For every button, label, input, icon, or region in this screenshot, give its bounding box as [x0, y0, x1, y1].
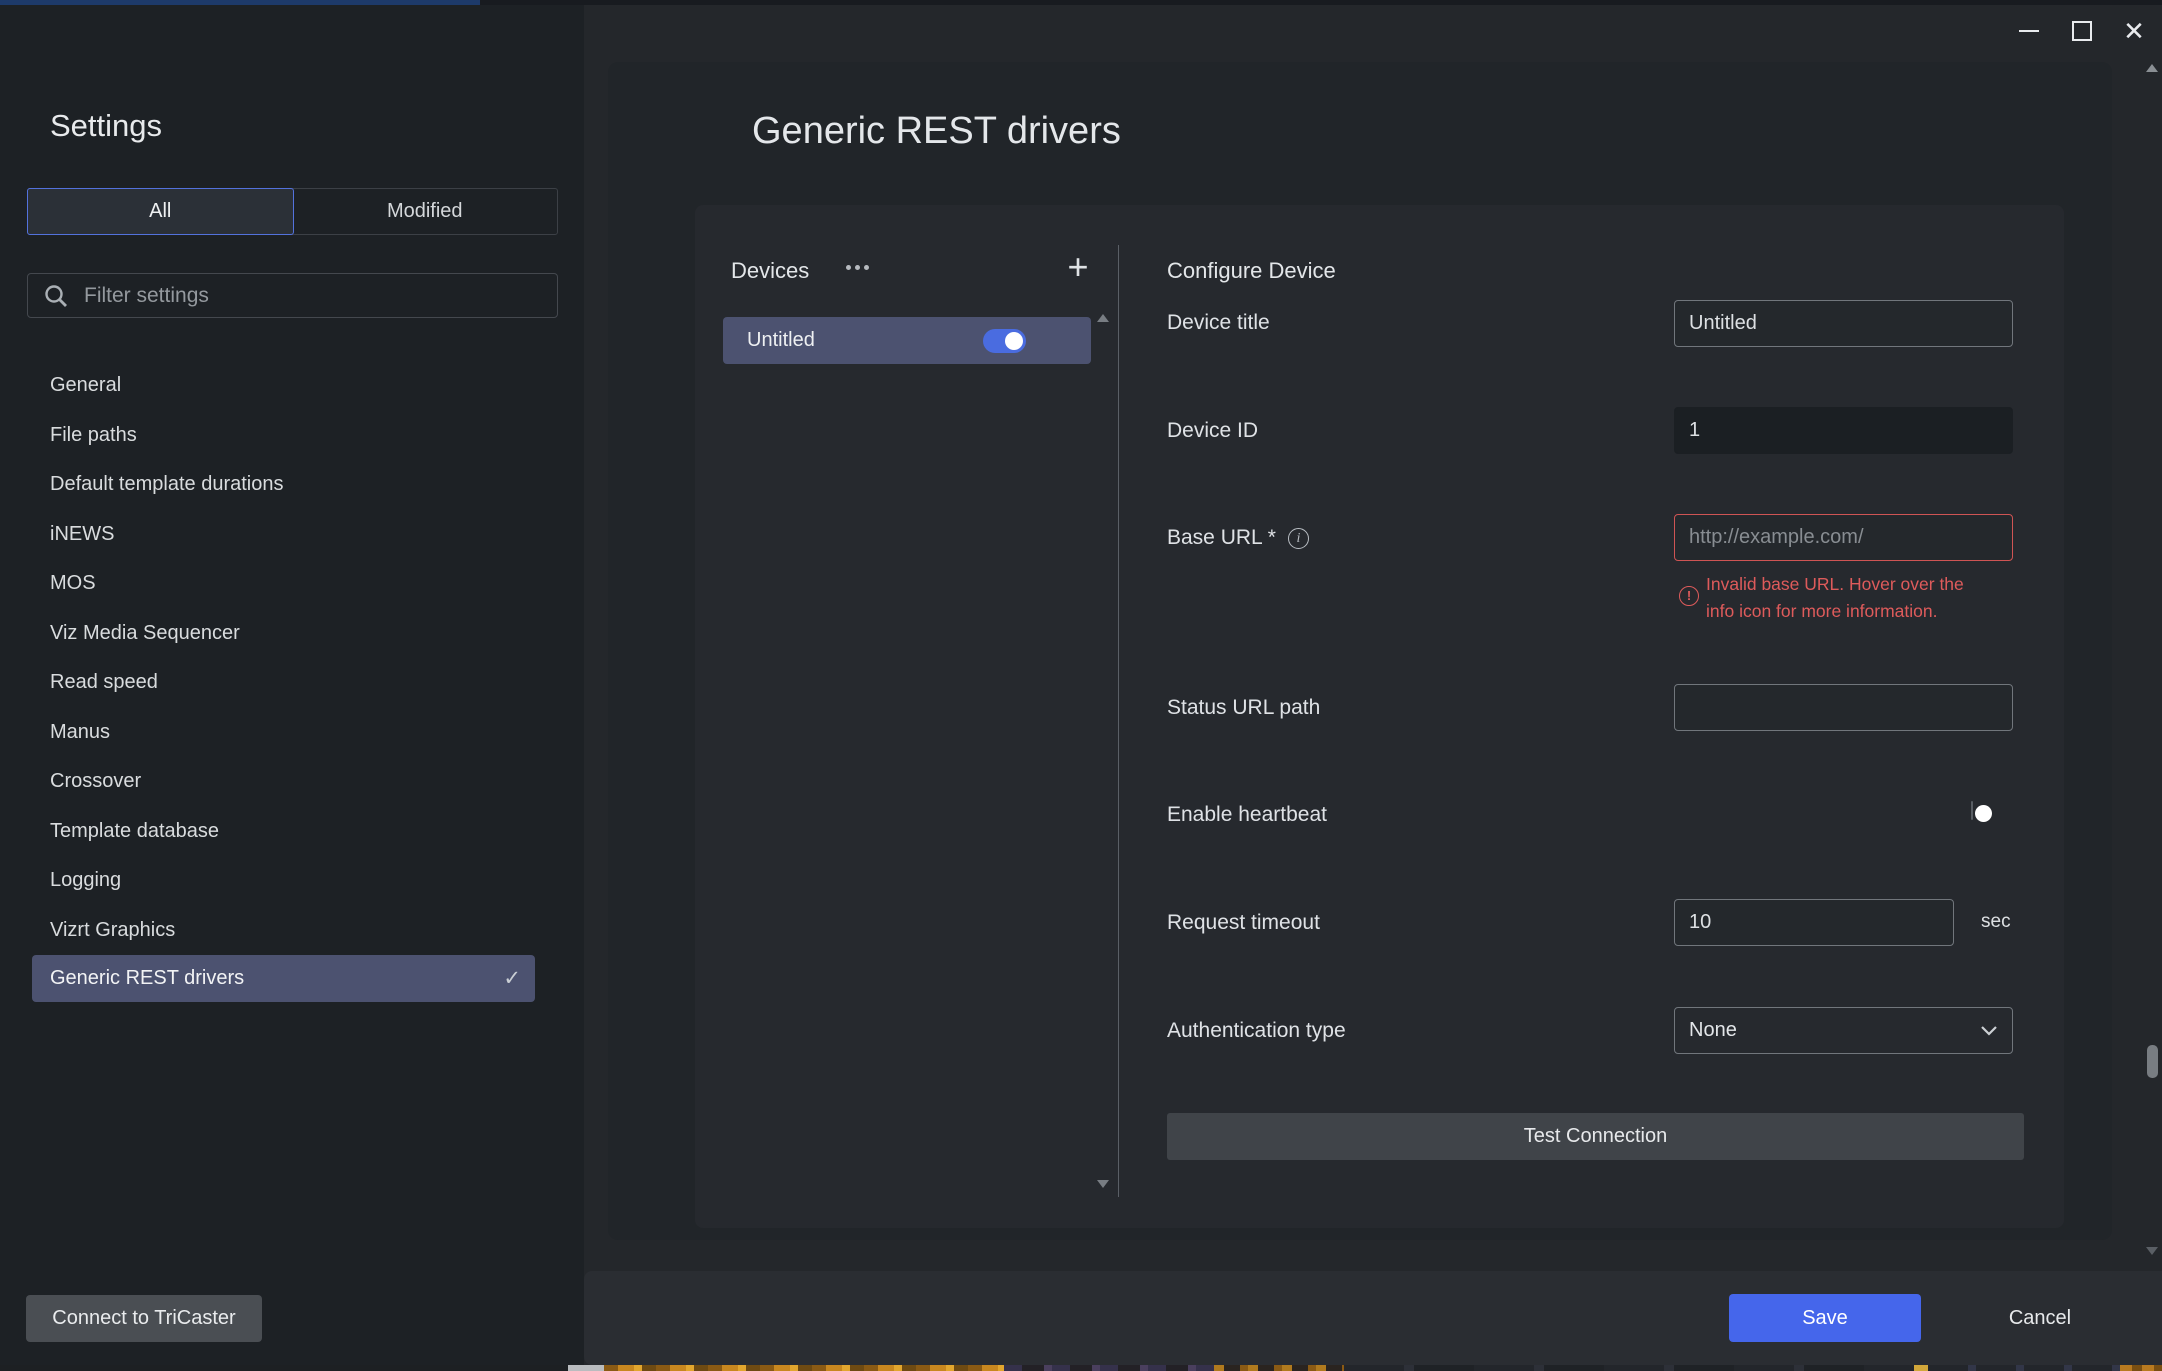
sidebar-item-file-paths[interactable]: File paths — [0, 411, 584, 461]
sidebar-nav: General File paths Default template dura… — [0, 361, 584, 1002]
device-id-input — [1674, 407, 2013, 454]
device-list-scroll-down-icon[interactable] — [1097, 1180, 1109, 1188]
heartbeat-toggle[interactable] — [1971, 801, 1973, 820]
sidebar-item-crossover[interactable]: Crossover — [0, 757, 584, 807]
minimize-button[interactable] — [2012, 14, 2046, 48]
scrollbar-down-icon[interactable] — [2146, 1247, 2158, 1255]
error-icon: ! — [1679, 586, 1699, 606]
test-connection-button[interactable]: Test Connection — [1167, 1113, 2024, 1160]
devices-menu-icon[interactable] — [840, 252, 874, 282]
timeout-unit-label: sec — [1981, 911, 2011, 933]
cancel-label: Cancel — [2009, 1307, 2071, 1330]
search-input[interactable] — [82, 283, 516, 309]
sidebar-item-logging[interactable]: Logging — [0, 856, 584, 906]
sidebar-item-label: Generic REST drivers — [50, 967, 244, 990]
device-enabled-toggle[interactable] — [983, 329, 1026, 353]
connect-to-tricaster-button[interactable]: Connect to TriCaster — [26, 1295, 262, 1342]
chevron-down-icon — [1980, 1025, 1998, 1037]
sidebar-item-read-speed[interactable]: Read speed — [0, 658, 584, 708]
checkmark-icon: ✓ — [503, 966, 521, 991]
status-url-label: Status URL path — [1167, 696, 1320, 720]
save-button[interactable]: Save — [1729, 1294, 1921, 1342]
maximize-icon — [2072, 21, 2092, 41]
filter-settings-field — [27, 273, 558, 318]
sidebar-item-template-database[interactable]: Template database — [0, 807, 584, 857]
scrollbar-up-icon[interactable] — [2146, 64, 2158, 72]
info-icon[interactable]: i — [1288, 528, 1309, 549]
sidebar-item-manus[interactable]: Manus — [0, 708, 584, 758]
sidebar-item-inews[interactable]: iNEWS — [0, 510, 584, 560]
close-icon: ✕ — [2123, 16, 2145, 47]
request-timeout-input[interactable] — [1674, 899, 1954, 946]
devices-heading: Devices — [731, 258, 809, 284]
maximize-button[interactable] — [2065, 14, 2099, 48]
scrollbar-thumb[interactable] — [2147, 1045, 2158, 1078]
close-button[interactable]: ✕ — [2117, 14, 2151, 48]
sidebar-item-general[interactable]: General — [0, 361, 584, 411]
configure-device-heading: Configure Device — [1167, 258, 1336, 284]
device-list-item[interactable]: Untitled — [723, 317, 1091, 364]
tab-all[interactable]: All — [27, 188, 294, 235]
status-url-input[interactable] — [1674, 684, 2013, 731]
request-timeout-label: Request timeout — [1167, 911, 1320, 935]
connect-to-tricaster-label: Connect to TriCaster — [52, 1307, 235, 1330]
cancel-button[interactable]: Cancel — [1985, 1294, 2095, 1342]
enable-heartbeat-label: Enable heartbeat — [1167, 803, 1327, 827]
device-title-label: Device title — [1167, 311, 1270, 335]
sidebar-tabs: All Modified — [27, 188, 558, 235]
sidebar-item-default-template-durations[interactable]: Default template durations — [0, 460, 584, 510]
device-name: Untitled — [747, 329, 815, 352]
toggle-knob — [1975, 805, 1992, 822]
sidebar-item-viz-media-sequencer[interactable]: Viz Media Sequencer — [0, 609, 584, 659]
base-url-label: Base URL * i — [1167, 526, 1309, 550]
base-url-input[interactable] — [1674, 514, 2013, 561]
page-title: Settings — [50, 108, 162, 144]
footer-bar — [584, 1271, 2162, 1365]
device-title-input[interactable] — [1674, 300, 2013, 347]
authentication-type-select[interactable]: None — [1674, 1007, 2013, 1054]
test-connection-label: Test Connection — [1524, 1125, 1667, 1148]
base-url-label-text: Base URL * — [1167, 526, 1276, 549]
panel-divider — [1118, 245, 1119, 1197]
search-icon — [43, 283, 69, 309]
background-taskbar-sliver — [0, 1365, 2162, 1371]
device-list-scroll-up-icon[interactable] — [1097, 314, 1109, 322]
add-device-button[interactable]: + — [1060, 246, 1096, 288]
sidebar-item-vizrt-graphics[interactable]: Vizrt Graphics — [0, 906, 584, 956]
authentication-type-label: Authentication type — [1167, 1019, 1346, 1043]
error-line-2: info icon for more information. — [1706, 598, 1964, 625]
settings-window: ✕ Settings All Modified General File pat… — [0, 0, 2162, 1371]
device-id-label: Device ID — [1167, 419, 1258, 443]
selected-option-label: None — [1689, 1019, 1737, 1042]
minimize-icon — [2019, 30, 2039, 32]
save-label: Save — [1802, 1307, 1848, 1330]
sidebar-item-generic-rest-drivers[interactable]: Generic REST drivers ✓ — [32, 955, 535, 1002]
toggle-knob — [1005, 332, 1023, 350]
plus-icon: + — [1067, 246, 1088, 288]
base-url-error-message: Invalid base URL. Hover over the info ic… — [1706, 571, 1964, 625]
main-heading: Generic REST drivers — [752, 110, 1121, 153]
tab-modified[interactable]: Modified — [293, 189, 558, 234]
sidebar-item-mos[interactable]: MOS — [0, 559, 584, 609]
error-line-1: Invalid base URL. Hover over the — [1706, 571, 1964, 598]
